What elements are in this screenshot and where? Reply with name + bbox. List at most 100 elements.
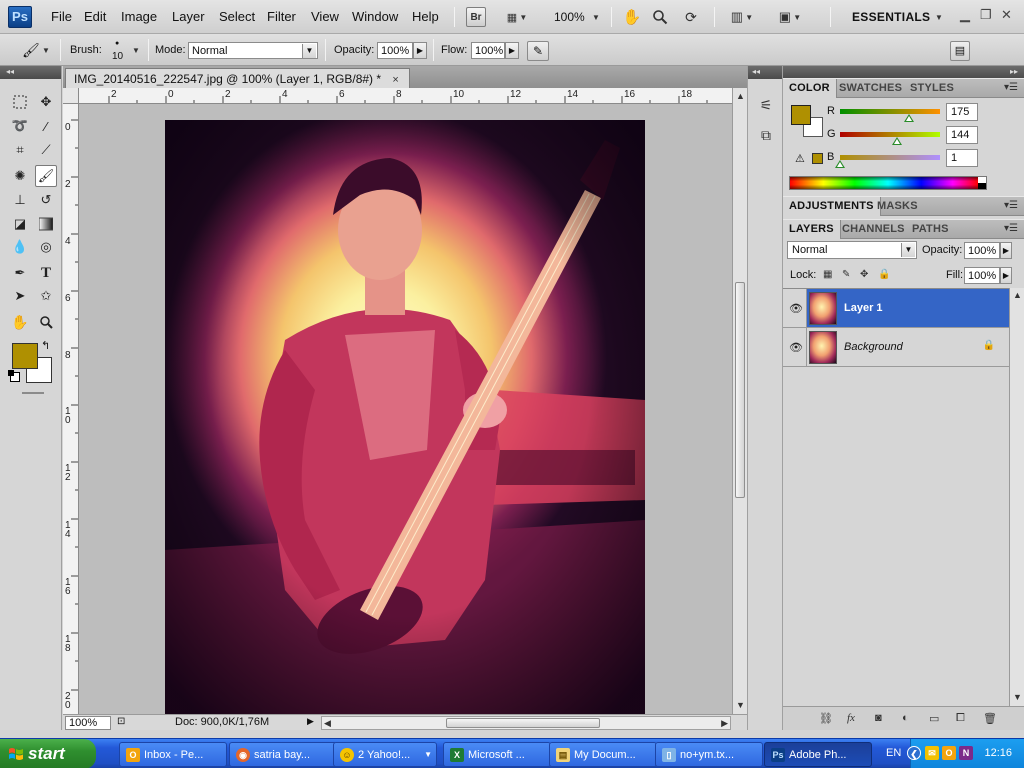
clone-stamp-tool-icon[interactable]: ⊥	[9, 189, 31, 211]
lock-transparency-icon[interactable]: ▦	[823, 269, 832, 280]
close-icon[interactable]: ×	[392, 74, 398, 86]
menu-help[interactable]: Help	[412, 9, 439, 24]
quick-selection-tool-icon[interactable]: ⁄	[35, 115, 57, 137]
menu-select[interactable]: Select	[219, 9, 255, 24]
color-spectrum-ramp[interactable]	[789, 176, 987, 190]
scroll-up-icon[interactable]: ▲	[736, 91, 745, 101]
crop-tool-icon[interactable]: ⌗	[9, 139, 31, 161]
blue-slider-knob[interactable]	[835, 160, 846, 168]
scroll-right-icon[interactable]: ▶	[721, 718, 728, 729]
type-tool-icon[interactable]: T	[35, 262, 57, 284]
green-slider[interactable]	[840, 132, 940, 145]
menu-filter[interactable]: Filter	[267, 9, 296, 24]
hand-tool-icon[interactable]: ✋	[622, 7, 642, 27]
workspace-switcher[interactable]: ESSENTIALS	[852, 10, 930, 24]
horizontal-ruler[interactable]: 2 0 2 4 6 8 10 12 14 16 18	[79, 88, 732, 104]
vertical-ruler[interactable]: 0 2 4 6 8 10 12 14 16 18 20	[63, 104, 79, 714]
hand-tool-icon[interactable]: ✋	[9, 311, 31, 333]
dodge-tool-icon[interactable]: ◎	[35, 236, 57, 258]
tray-messenger-icon[interactable]: ✉	[925, 746, 939, 760]
airbrush-icon[interactable]: ✎	[527, 41, 549, 61]
black-white-ramp[interactable]	[978, 177, 986, 189]
gamut-swatch[interactable]	[812, 153, 823, 164]
red-slider[interactable]	[840, 109, 940, 122]
flow-input[interactable]: 100%	[471, 42, 505, 59]
adjustment-layer-icon[interactable]: ◐	[902, 712, 909, 724]
zoom-field[interactable]: 100%	[65, 716, 111, 730]
taskbar-item-excel[interactable]: X Microsoft ...	[443, 742, 551, 767]
spot-healing-tool-icon[interactable]: ✺	[9, 165, 31, 187]
status-menu-icon[interactable]: ⊡	[117, 716, 125, 727]
new-group-icon[interactable]: ▭	[929, 712, 939, 725]
scroll-down-icon[interactable]: ▼	[1013, 692, 1022, 702]
visibility-toggle[interactable]: 👁	[783, 289, 807, 327]
brush-preset-picker[interactable]: ● 10 ▼	[108, 39, 144, 63]
menu-view[interactable]: View	[311, 9, 339, 24]
layer-opacity-slider-toggle[interactable]: ▶	[1000, 242, 1012, 259]
taskbar-item-notepad[interactable]: ▯ no+ym.tx...	[655, 742, 763, 767]
pen-tool-icon[interactable]: ✒	[9, 262, 31, 284]
color-panel-foreground-swatch[interactable]	[791, 105, 811, 125]
tab-layers[interactable]: LAYERS	[783, 220, 841, 239]
close-icon[interactable]: ✕	[1001, 7, 1012, 23]
zoom-level[interactable]: 100%	[554, 10, 585, 24]
move-tool-icon[interactable]: ✥	[35, 91, 57, 113]
out-of-gamut-warning-icon[interactable]: ⚠	[795, 152, 805, 165]
vertical-scroll-thumb[interactable]	[735, 282, 745, 498]
zoom-tool-icon[interactable]	[650, 7, 670, 27]
path-selection-tool-icon[interactable]: ➤	[9, 285, 31, 307]
flow-slider-toggle[interactable]: ▶	[505, 42, 519, 59]
panel-menu-icon[interactable]: ▾☰	[1004, 200, 1018, 211]
tab-swatches[interactable]: SWATCHES	[833, 79, 908, 98]
fill-input[interactable]: 100%	[964, 267, 1000, 284]
lasso-tool-icon[interactable]: ➰	[9, 115, 31, 137]
tray-onenote-icon[interactable]: N	[959, 746, 973, 760]
photoshop-logo[interactable]: Ps	[8, 6, 32, 28]
toolbox-collapse[interactable]: ◂◂	[0, 66, 61, 79]
arrange-documents-dropdown[interactable]: ▥ ▼	[724, 7, 760, 27]
horizontal-scrollbar[interactable]: ◀ ▶	[321, 716, 731, 730]
horizontal-scroll-thumb[interactable]	[446, 718, 600, 728]
bridge-button[interactable]: Br	[466, 7, 486, 27]
tab-masks[interactable]: MASKS	[871, 197, 924, 216]
start-button[interactable]: start	[0, 739, 96, 768]
new-layer-icon[interactable]: ⧠	[956, 712, 965, 725]
foreground-color-swatch[interactable]	[12, 343, 38, 369]
blend-mode-select[interactable]: Normal ▼	[787, 241, 917, 259]
tab-color[interactable]: COLOR	[783, 79, 837, 98]
tray-expand-icon[interactable]: ❮	[907, 746, 921, 760]
chevron-down-icon[interactable]: ▼	[935, 13, 943, 22]
eyedropper-tool-icon[interactable]: ⟋	[35, 139, 57, 161]
menu-window[interactable]: Window	[352, 9, 398, 24]
layers-scrollbar[interactable]: ▲ ▼	[1009, 288, 1024, 706]
layer-style-icon[interactable]: fx	[847, 712, 855, 724]
red-slider-knob[interactable]	[903, 114, 914, 122]
green-slider-knob[interactable]	[891, 137, 902, 145]
swap-colors-icon[interactable]: ↰	[41, 339, 50, 352]
tab-adjustments[interactable]: ADJUSTMENTS	[783, 197, 881, 216]
scroll-left-icon[interactable]: ◀	[324, 718, 331, 729]
blue-slider[interactable]	[835, 155, 940, 168]
history-brush-tool-icon[interactable]: ↺	[35, 189, 57, 211]
link-layers-icon[interactable]: ⛓	[819, 712, 833, 725]
taskbar-item-firefox[interactable]: ◉ satria bay...	[229, 742, 337, 767]
taskbar-item-photoshop[interactable]: Ps Adobe Ph...	[764, 742, 872, 767]
opacity-input[interactable]: 100%	[377, 42, 413, 59]
status-expand-icon[interactable]: ▶	[307, 716, 314, 727]
ruler-origin[interactable]	[63, 88, 79, 104]
tray-outlook-icon[interactable]: O	[942, 746, 956, 760]
green-value-input[interactable]: 144	[946, 126, 978, 144]
scroll-up-icon[interactable]: ▲	[1013, 290, 1022, 300]
tab-styles[interactable]: STYLES	[904, 79, 960, 98]
rotate-view-icon[interactable]: ⟳	[680, 7, 702, 27]
taskbar-item-yahoo[interactable]: ☺ 2 Yahoo!... ▼	[333, 742, 437, 767]
tool-preset-picker[interactable]: 🖌 ▼	[22, 41, 52, 59]
lock-position-icon[interactable]: ✥	[860, 269, 868, 280]
quick-mask-toggle[interactable]	[22, 392, 44, 394]
blur-tool-icon[interactable]: 💧	[9, 236, 31, 258]
panel-menu-icon[interactable]: ▾☰	[1004, 82, 1018, 93]
language-indicator[interactable]: EN	[886, 747, 901, 759]
lock-all-icon[interactable]: 🔒	[878, 269, 890, 280]
menu-edit[interactable]: Edit	[84, 9, 106, 24]
document-tab[interactable]: IMG_20140516_222547.jpg @ 100% (Layer 1,…	[65, 68, 410, 88]
